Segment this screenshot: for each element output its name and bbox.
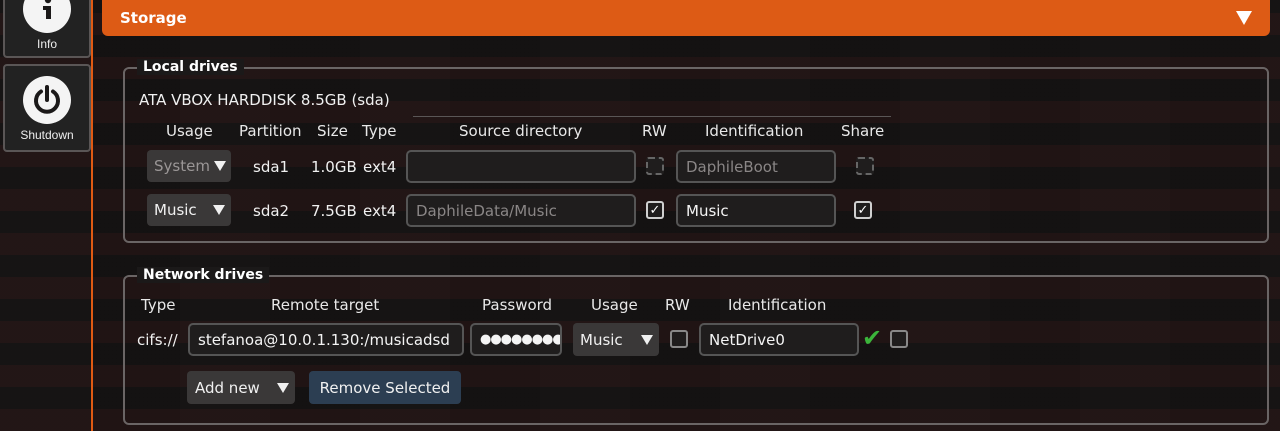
type-sda1: ext4 xyxy=(363,158,397,176)
add-new-label: Add new xyxy=(195,378,260,397)
col-net-identification: Identification xyxy=(728,296,827,314)
rw-checkbox-sda2[interactable]: ✓ xyxy=(646,201,664,219)
usage-value: Music xyxy=(154,201,197,219)
identification-input-sda2[interactable]: Music xyxy=(676,194,836,227)
shutdown-label: Shutdown xyxy=(20,128,74,142)
col-usage: Usage xyxy=(166,122,213,140)
col-identification: Identification xyxy=(705,122,804,140)
chevron-down-icon xyxy=(213,205,225,215)
header-rule xyxy=(413,116,891,117)
col-size: Size xyxy=(317,122,348,140)
disk-title: ATA VBOX HARDDISK 8.5GB (sda) xyxy=(139,91,390,109)
col-net-password: Password xyxy=(482,296,553,314)
size-sda2: 7.5GB xyxy=(311,202,357,220)
local-drives-legend: Local drives xyxy=(137,59,244,75)
net-select-checkbox[interactable] xyxy=(890,330,908,348)
col-net-rw: RW xyxy=(665,296,690,314)
shutdown-button[interactable]: Shutdown xyxy=(3,64,91,152)
col-partition: Partition xyxy=(239,122,302,140)
add-new-dropdown[interactable]: Add new xyxy=(187,371,295,404)
share-checkbox-sda2[interactable]: ✓ xyxy=(854,201,872,219)
net-identification-input[interactable]: NetDrive0 xyxy=(699,323,859,356)
power-icon xyxy=(23,76,71,124)
network-drives-legend: Network drives xyxy=(137,267,270,283)
remote-target-input[interactable]: stefanoa@10.0.1.130:/musicadsd xyxy=(188,323,464,356)
usage-select-sda1[interactable]: System xyxy=(147,150,231,182)
usage-value: System xyxy=(154,157,210,175)
source-input-sda2[interactable]: DaphileData/Music xyxy=(406,194,636,227)
source-input-sda1[interactable] xyxy=(406,150,636,183)
col-net-remote: Remote target xyxy=(271,296,380,314)
valid-check-icon: ✔ xyxy=(862,324,883,352)
type-sda2: ext4 xyxy=(363,202,397,220)
chevron-down-icon xyxy=(641,334,653,345)
usage-select-sda2[interactable]: Music xyxy=(147,194,231,226)
local-drives-panel: Local drives ATA VBOX HARDDISK 8.5GB (sd… xyxy=(123,59,1269,243)
info-button[interactable]: Info xyxy=(3,0,91,58)
sidebar: Info Shutdown xyxy=(0,0,92,431)
col-rw: RW xyxy=(642,122,667,140)
size-sda1: 1.0GB xyxy=(311,158,357,176)
password-input[interactable]: ●●●●●●●● xyxy=(470,323,562,356)
share-checkbox-sda1[interactable] xyxy=(856,157,874,175)
collapse-chevron-icon[interactable] xyxy=(1236,11,1252,25)
remove-selected-button[interactable]: Remove Selected xyxy=(309,371,461,404)
check-icon: ✓ xyxy=(857,202,869,218)
identification-input-sda1[interactable]: DaphileBoot xyxy=(676,150,836,183)
net-usage-select[interactable]: Music xyxy=(573,323,659,356)
storage-header[interactable]: Storage xyxy=(102,0,1270,36)
sidebar-divider xyxy=(91,0,93,431)
rw-checkbox-sda1[interactable] xyxy=(646,157,664,175)
net-rw-checkbox[interactable] xyxy=(670,330,688,348)
chevron-down-icon xyxy=(213,161,226,171)
network-drives-panel: Network drives Type Remote target Passwo… xyxy=(123,267,1269,425)
info-label: Info xyxy=(36,37,57,51)
partition-sda1: sda1 xyxy=(253,158,290,176)
storage-title: Storage xyxy=(120,9,187,27)
usage-value: Music xyxy=(580,330,623,349)
chevron-down-icon xyxy=(277,382,289,393)
info-icon xyxy=(23,0,71,33)
col-share: Share xyxy=(841,122,885,140)
col-type: Type xyxy=(362,122,397,140)
check-icon: ✓ xyxy=(649,202,661,218)
col-source: Source directory xyxy=(459,122,583,140)
partition-sda2: sda2 xyxy=(253,202,290,220)
col-net-type: Type xyxy=(141,296,176,314)
net-type-value: cifs:// xyxy=(137,331,178,349)
col-net-usage: Usage xyxy=(591,296,638,314)
